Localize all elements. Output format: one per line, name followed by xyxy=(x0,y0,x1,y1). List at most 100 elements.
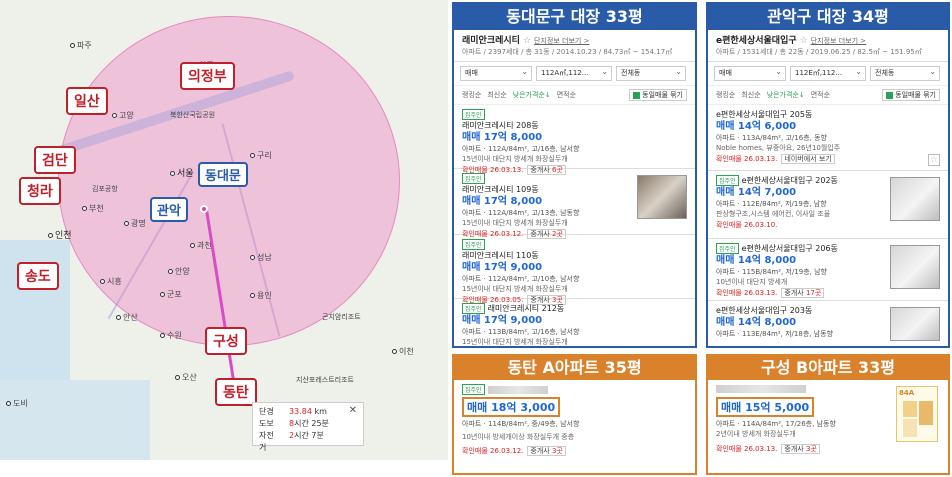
listing-name: 래미안크레시티 212동 xyxy=(487,304,565,313)
owner-badge: 집주인 xyxy=(462,239,485,250)
town-label: 인천 xyxy=(48,228,72,241)
map-view[interactable]: 파주 양주 고양 북한산국립공원 서울 구리 김포공항 부천 광명 인천 과천 … xyxy=(0,0,448,460)
sort-ranking[interactable]: 랭킹순 xyxy=(462,90,481,100)
town-label: 오산 xyxy=(175,372,197,383)
label-dongtan: 동탄 xyxy=(215,378,257,406)
group-same-checkbox[interactable]: 동일매물 묶기 xyxy=(629,89,687,101)
distance-row: 단경 33.84 km xyxy=(259,407,327,416)
list-item[interactable]: 집주인 래미안크레시티 110동 매매 17억 9,000 아파트 · 112A… xyxy=(454,235,695,305)
star-icon[interactable]: ☆ xyxy=(800,36,808,46)
listing-tags: 15년이내 대단지 방세개 화장실두개 xyxy=(462,285,568,293)
blurred-name xyxy=(716,384,806,393)
list-item[interactable]: 집주인 래미안크레시티 109동 매매 17억 8,000 아파트 · 112A… xyxy=(454,169,695,239)
town-label: 파주 xyxy=(70,40,92,51)
listing-price: 매매 18억 3,000 xyxy=(462,397,561,417)
complex-name: e편한세상서울대입구 ☆ 단지정보 더보기 > xyxy=(716,36,867,46)
sort-ranking[interactable]: 랭킹순 xyxy=(716,90,735,100)
area-select[interactable]: 112A㎡,112... xyxy=(536,65,612,81)
sort-area[interactable]: 면적순 xyxy=(557,90,576,100)
complex-meta: 아파트 / 1531세대 / 총 22동 / 2019.06.25 / 82.5… xyxy=(708,46,948,62)
listing-name: 래미안크레시티 110동 xyxy=(462,251,539,260)
panel-title: 구성 B아파트 33평 xyxy=(708,356,948,380)
sort-latest[interactable]: 최신순 xyxy=(741,90,760,100)
trade-type-select[interactable]: 매매 xyxy=(460,65,532,81)
listing-desc: 아파트 · 113B/84m², 고/16층, 남서향 xyxy=(462,328,580,336)
list-item[interactable]: 집주인 래미안크레시티 208동 매매 17억 8,000 아파트 · 112A… xyxy=(454,105,695,175)
label-geomdan: 검단 xyxy=(34,146,76,174)
owner-badge: 집주인 xyxy=(716,243,739,254)
list-item[interactable]: e편한세상서울대입구 203동 매매 14억 8,000 아파트 · 113E/… xyxy=(708,301,948,345)
walk-time-row: 도보 8시간 25분 xyxy=(259,419,329,428)
agent-count-button[interactable]: 중개사 3곳 xyxy=(527,446,566,456)
label-ilsan: 일산 xyxy=(66,87,108,115)
listing-price: 매매 17억 8,000 xyxy=(462,132,543,143)
panel-title: 관악구 대장 34평 xyxy=(708,4,948,30)
listing-name: 래미안크레시티 208동 xyxy=(462,121,539,130)
filter-bar: 매매 112A㎡,112... 전체동 xyxy=(454,62,695,86)
listing-desc: 아파트 · 112A/84m², 고/16층, 남서향 xyxy=(462,145,580,153)
listing-price: 매매 17억 9,000 xyxy=(462,315,543,326)
close-icon[interactable]: ✕ xyxy=(349,405,357,416)
town-label: 부천 xyxy=(82,203,104,214)
route-start-marker[interactable] xyxy=(200,205,208,213)
panel-title: 동대문구 대장 33평 xyxy=(454,4,695,30)
label-gwanak: 관악 xyxy=(150,197,188,222)
label-cheongna: 청라 xyxy=(19,177,61,205)
listing-footer: 확인매물 26.03.13. 중개사 3곳 xyxy=(716,443,940,455)
sort-low-price[interactable]: 낮은가격순↓ xyxy=(767,90,805,100)
town-label: 구리 xyxy=(250,150,272,161)
complex-info-link[interactable]: 단지정보 더보기 > xyxy=(534,37,589,45)
panel-guseong: 구성 B아파트 33평 매매 15억 5,000 아파트 · 114A/84m²… xyxy=(706,354,950,475)
list-item[interactable]: 매매 15억 5,000 아파트 · 114A/84m², 17/26층, 남동… xyxy=(708,380,948,459)
complex-name: 래미안크레시티 ☆ 단지정보 더보기 > xyxy=(462,36,590,46)
floorplan-image[interactable]: 84A xyxy=(896,386,938,442)
list-item[interactable]: e편한세상서울대입구 205동 매매 14억 6,000 아파트 · 113A/… xyxy=(708,105,948,171)
listing-price: 매매 17억 9,000 xyxy=(462,262,543,273)
agent-count-button[interactable]: 중개사 17곳 xyxy=(781,288,825,298)
owner-badge: 집주인 xyxy=(462,384,485,395)
listing-price: 매매 14억 6,000 xyxy=(716,121,797,132)
complex-info-link[interactable]: 단지정보 더보기 > xyxy=(811,37,866,45)
town-label: 용인 xyxy=(250,290,272,301)
town-label: 서울 xyxy=(170,166,194,179)
building-select[interactable]: 전체동 xyxy=(870,65,940,81)
listing-photo[interactable] xyxy=(637,175,687,219)
view-on-naver-link[interactable]: 네이버에서 보기 xyxy=(781,154,835,164)
listing-tags: Noble homes, 뷰중아요, 26년10월입주 xyxy=(716,144,841,152)
list-item[interactable]: 집주인 래미안크레시티 212동 매매 17억 9,000 아파트 · 113B/… xyxy=(454,299,695,349)
listing-name: e편한세상서울대입구 206동 xyxy=(741,244,838,253)
listing-name: e편한세상서울대입구 202동 xyxy=(741,176,838,185)
listing-photo[interactable] xyxy=(890,245,940,289)
sea-area-south xyxy=(0,380,150,460)
star-icon[interactable]: ☆ xyxy=(928,154,940,166)
town-label: 군포 xyxy=(160,289,182,300)
town-label: 시흥 xyxy=(100,276,122,287)
owner-badge: 집주인 xyxy=(462,303,485,314)
owner-badge: 집주인 xyxy=(716,175,739,186)
group-same-checkbox[interactable]: 동일매물 묶기 xyxy=(882,89,940,101)
building-select[interactable]: 전체동 xyxy=(616,65,686,81)
list-item[interactable]: 집주인 e편한세상서울대입구 206동 매매 14억 8,000 아파트 · 11… xyxy=(708,239,948,301)
complex-meta: 아파트 / 2397세대 / 총 31동 / 2014.10.23 / 84.7… xyxy=(454,46,695,62)
listing-footer: 확인매물 26.03.12. 중개사 3곳 xyxy=(462,445,687,457)
distance-info-box: ✕ 단경 33.84 km 도보 8시간 25분 자전거 2시간 7분 xyxy=(252,402,364,452)
label-guseong: 구성 xyxy=(205,327,247,355)
listing-tags: 15년이내 대단지 방세개 화장실두개 xyxy=(462,155,568,163)
town-label: 이천 xyxy=(392,346,414,357)
town-label: 곤지암리조트 xyxy=(322,313,361,321)
listing-photo[interactable] xyxy=(890,177,940,221)
trade-type-select[interactable]: 매매 xyxy=(714,65,786,81)
list-item[interactable]: 집주인 매매 18억 3,000 아파트 · 114B/84m², 중/49층,… xyxy=(454,380,695,461)
town-label: 고양 xyxy=(112,110,134,121)
listing-tags: 15년이내 대단지 방세개 화장실두개 xyxy=(462,219,568,227)
list-item[interactable]: 집주인 e편한세상서울대입구 202동 매매 14억 7,000 아파트 · 11… xyxy=(708,171,948,239)
sort-low-price[interactable]: 낮은가격순↓ xyxy=(513,90,551,100)
area-select[interactable]: 112E㎡,112... xyxy=(790,65,866,81)
sort-latest[interactable]: 최신순 xyxy=(487,90,506,100)
listing-desc: 아파트 · 112A/84m², 고/10층, 남서향 xyxy=(462,275,580,283)
listing-photo[interactable] xyxy=(890,307,940,341)
sort-area[interactable]: 면적순 xyxy=(811,90,830,100)
agent-count-button[interactable]: 중개사 3곳 xyxy=(781,444,820,454)
star-icon[interactable]: ☆ xyxy=(523,36,531,46)
panel-title: 동탄 A아파트 35평 xyxy=(454,356,695,380)
